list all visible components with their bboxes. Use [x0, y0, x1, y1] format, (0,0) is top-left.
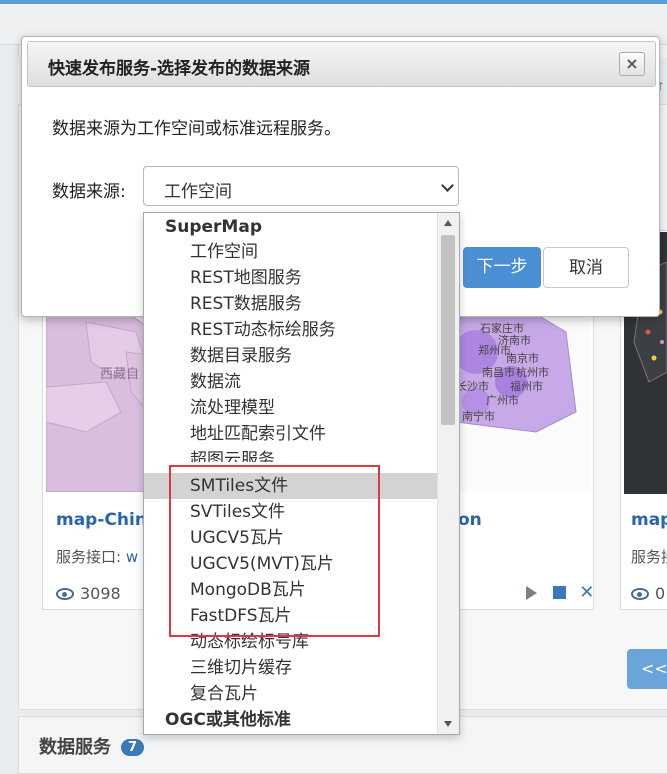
city-label: 杭州市	[516, 365, 549, 379]
pager-prev-button[interactable]: <<	[627, 649, 667, 689]
dropdown-group-ogc: OGC或其他标准	[165, 710, 291, 730]
chevron-down-icon	[441, 179, 454, 192]
play-icon[interactable]	[526, 585, 537, 600]
dropdown-option[interactable]: 超图云服务	[144, 447, 438, 462]
dropdown-option[interactable]: 复合瓦片	[144, 681, 438, 707]
data-services-title: 数据服务	[39, 737, 111, 758]
annotation-highlight-box	[169, 465, 380, 637]
card-1-sub-prefix: 服务接口:	[56, 548, 126, 566]
dropdown-option[interactable]: 数据目录服务	[144, 343, 438, 369]
dropdown-option[interactable]: 数据流	[144, 369, 438, 395]
city-label: 南京市	[506, 351, 539, 365]
card-1-sub-link[interactable]: w	[126, 548, 138, 566]
card-3-subtitle: 服务接	[631, 548, 667, 566]
dropdown-option[interactable]: 工作空间	[144, 239, 438, 265]
dropdown-scrollbar[interactable]	[437, 213, 459, 734]
scrollbar-thumb[interactable]	[441, 235, 455, 425]
dropdown-option[interactable]: REST地图服务	[144, 265, 438, 291]
card-1-views: 3098	[56, 584, 121, 603]
city-label: 广州市	[486, 393, 519, 407]
city-label: 南昌市	[482, 365, 515, 379]
data-source-selected-value: 工作空间	[164, 182, 232, 202]
card-3-views: 0	[631, 584, 665, 603]
dialog-description: 数据来源为工作空间或标准远程服务。	[52, 119, 341, 139]
dropdown-option[interactable]: 地址匹配索引文件	[144, 421, 438, 447]
dropdown-option[interactable]: 流处理模型	[144, 395, 438, 421]
eye-icon	[631, 588, 649, 600]
dialog-title: 快速发布服务-选择发布的数据来源	[48, 59, 311, 79]
city-label: 石家庄市	[480, 321, 524, 335]
dropdown-option[interactable]: 三维切片缓存	[144, 655, 438, 681]
data-source-label: 数据来源:	[52, 182, 126, 202]
close-icon[interactable]: ×	[619, 52, 645, 76]
data-services-heading: 数据服务 7	[39, 733, 145, 759]
dialog-header: 快速发布服务-选择发布的数据来源 ×	[27, 41, 656, 87]
card-3-view-count: 0	[655, 584, 666, 603]
city-label: 福州市	[510, 379, 543, 393]
scroll-down-arrow-icon[interactable]	[444, 721, 452, 727]
cancel-button[interactable]: 取消	[543, 247, 629, 288]
data-source-select[interactable]: 工作空间	[143, 166, 459, 206]
card-3-title[interactable]: map	[631, 510, 667, 530]
card-2-actions: ✕	[526, 582, 594, 603]
card-1-subtitle: 服务接口: w	[56, 546, 138, 567]
card-2-title[interactable]: on	[458, 510, 482, 530]
data-services-count-badge: 7	[121, 739, 145, 756]
dropdown-group-supermap: SuperMap	[165, 217, 262, 237]
card-2-map-thumbnail[interactable]: 石家庄市 济南市 郑州市 南京市 杭州市 南昌市 长沙市 福州市 广州市 南宁市	[456, 292, 590, 492]
next-step-button[interactable]: 下一步	[463, 247, 541, 288]
scroll-up-arrow-icon[interactable]	[444, 220, 452, 226]
city-label: 南宁市	[462, 409, 495, 423]
dropdown-option[interactable]: REST动态标绘服务	[144, 317, 438, 343]
stop-icon[interactable]	[553, 586, 567, 599]
dropdown-option[interactable]: REST数据服务	[144, 291, 438, 317]
city-label: 长沙市	[456, 379, 489, 393]
card-1-map-label: 西藏自	[100, 366, 139, 381]
card-1-view-count: 3098	[80, 584, 121, 603]
eye-icon	[56, 588, 74, 600]
delete-icon[interactable]: ✕	[579, 582, 594, 603]
